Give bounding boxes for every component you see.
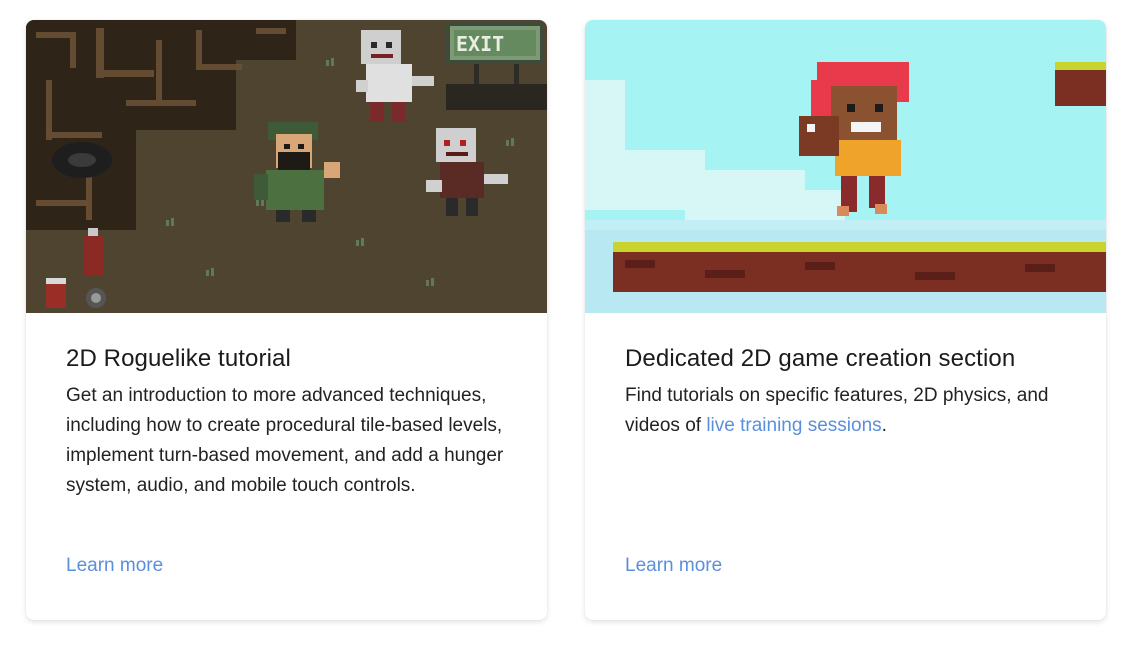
learn-more-link[interactable]: Learn more <box>625 553 722 579</box>
exit-sign-text: EXIT <box>456 32 504 56</box>
card-body: 2D Roguelike tutorial Get an introductio… <box>66 343 511 501</box>
card-description: Get an introduction to more advanced tec… <box>66 385 504 496</box>
platformer-game-image[interactable] <box>585 20 1106 313</box>
small-platform <box>1055 62 1106 106</box>
floating-platform <box>613 242 1106 292</box>
tire <box>52 142 112 178</box>
card-roguelike-tutorial: EXIT 2D Roguelike tutorial Get an introd… <box>26 20 547 620</box>
card-title: 2D Roguelike tutorial <box>66 345 291 372</box>
learn-more-link[interactable]: Learn more <box>66 553 163 579</box>
card-body: Dedicated 2D game creation section Find … <box>625 343 1070 441</box>
live-training-sessions-link[interactable]: live training sessions <box>706 415 881 436</box>
card-description: Find tutorials on specific features, 2D … <box>625 381 1070 441</box>
card-title: Dedicated 2D game creation section <box>625 345 1016 372</box>
description-end: . <box>881 415 887 436</box>
roguelike-game-image[interactable]: EXIT <box>26 20 547 313</box>
card-2d-game-creation: Dedicated 2D game creation section Find … <box>585 20 1106 620</box>
